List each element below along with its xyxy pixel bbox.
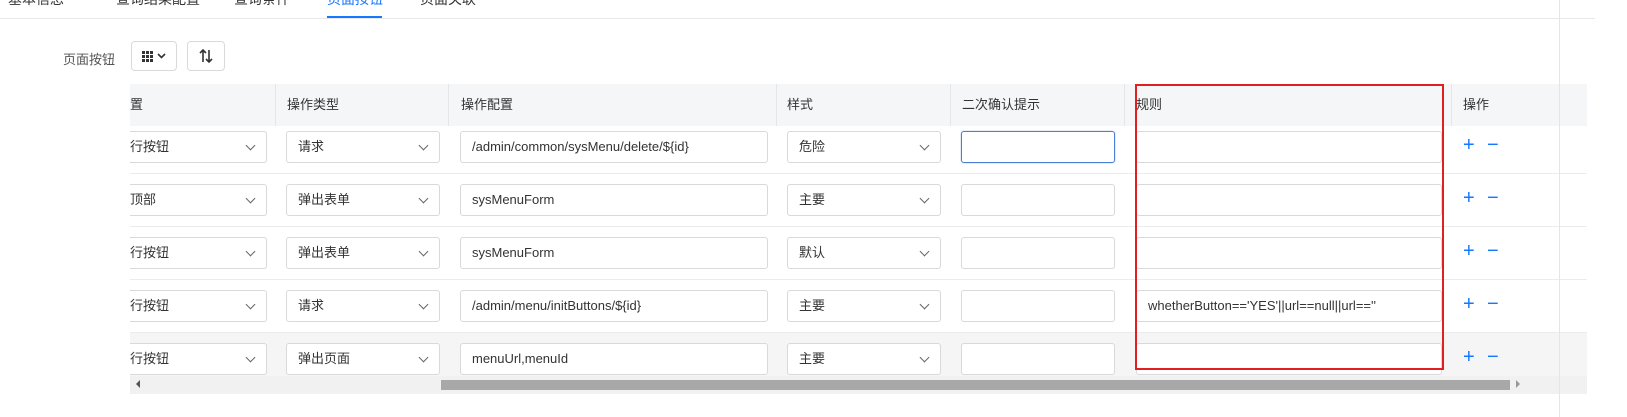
style-select[interactable]: 危险 (787, 131, 941, 163)
position-select[interactable]: 顶部 (130, 184, 267, 216)
tab-basic-info[interactable]: 基本信息 (8, 0, 64, 9)
col-header-op-type: 操作类型 (287, 97, 340, 112)
buttons-table: 置 操作类型 操作配置 样式 二次确认提示 规则 操作 行按钮 请求 /admi… (130, 84, 1587, 411)
tab-bar: 基本信息 查询结果配置 查询条件 页面按钮 页面关联 (0, 0, 1595, 19)
table-row: 行按钮 请求 /admin/menu/initButtons/${id} 主要 … (130, 280, 1587, 333)
confirm-input[interactable] (961, 237, 1115, 269)
op-type-select[interactable]: 请求 (286, 290, 440, 322)
op-type-select[interactable]: 请求 (286, 131, 440, 163)
op-type-select[interactable]: 弹出表单 (286, 184, 440, 216)
position-select[interactable]: 行按钮 (130, 290, 267, 322)
confirm-input[interactable] (961, 290, 1115, 322)
col-header-style: 样式 (787, 97, 814, 112)
sort-icon (199, 48, 213, 64)
style-select[interactable]: 默认 (787, 237, 941, 269)
add-row-button[interactable]: + (1463, 135, 1475, 155)
confirm-input[interactable] (961, 131, 1115, 163)
table-header: 置 操作类型 操作配置 样式 二次确认提示 规则 操作 (130, 84, 1587, 126)
column-settings-button[interactable] (131, 41, 177, 71)
horizontal-scrollbar[interactable] (130, 376, 1587, 394)
rule-input[interactable] (1136, 131, 1442, 163)
scroll-left-arrow-icon[interactable] (136, 380, 140, 388)
position-select[interactable]: 行按钮 (130, 237, 267, 269)
col-header-op-config: 操作配置 (461, 97, 514, 112)
tab-page-relations[interactable]: 页面关联 (420, 0, 476, 9)
add-row-button[interactable]: + (1463, 294, 1475, 314)
col-header-rule: 规则 (1136, 97, 1163, 112)
rule-input[interactable] (1136, 343, 1442, 375)
style-select[interactable]: 主要 (787, 290, 941, 322)
grid-icon (142, 51, 166, 62)
style-select[interactable]: 主要 (787, 184, 941, 216)
add-row-button[interactable]: + (1463, 241, 1475, 261)
style-select[interactable]: 主要 (787, 343, 941, 375)
col-header-position: 置 (130, 97, 144, 112)
rule-input[interactable]: whetherButton=='YES'||url==null||url=='' (1136, 290, 1442, 322)
op-config-input[interactable]: menuUrl,menuId (460, 343, 768, 375)
remove-row-button[interactable]: − (1487, 241, 1499, 261)
tab-page-buttons[interactable]: 页面按钮 (327, 0, 383, 9)
chevron-down-icon (157, 53, 166, 59)
scrollbar-thumb[interactable] (441, 380, 1510, 390)
col-header-action: 操作 (1463, 97, 1490, 112)
remove-row-button[interactable]: − (1487, 347, 1499, 367)
rule-input[interactable] (1136, 184, 1442, 216)
remove-row-button[interactable]: − (1487, 188, 1499, 208)
confirm-input[interactable] (961, 184, 1115, 216)
remove-row-button[interactable]: − (1487, 294, 1499, 314)
table-row: 行按钮 弹出表单 sysMenuForm 默认 + − (130, 227, 1587, 280)
op-config-input[interactable]: /admin/menu/initButtons/${id} (460, 290, 768, 322)
section-label: 页面按钮 (63, 52, 116, 67)
op-config-input[interactable]: sysMenuForm (460, 237, 768, 269)
page-divider (1559, 0, 1560, 417)
add-row-button[interactable]: + (1463, 188, 1475, 208)
tab-query-conditions[interactable]: 查询条件 (234, 0, 290, 9)
remove-row-button[interactable]: − (1487, 135, 1499, 155)
position-select[interactable]: 行按钮 (130, 131, 267, 163)
active-tab-indicator (327, 16, 382, 18)
op-config-input[interactable]: sysMenuForm (460, 184, 768, 216)
op-type-select[interactable]: 弹出表单 (286, 237, 440, 269)
position-select[interactable]: 行按钮 (130, 343, 267, 375)
op-config-input[interactable]: /admin/common/sysMenu/delete/${id} (460, 131, 768, 163)
rule-input[interactable] (1136, 237, 1442, 269)
sort-button[interactable] (187, 41, 225, 71)
add-row-button[interactable]: + (1463, 347, 1475, 367)
scroll-right-arrow-icon[interactable] (1516, 380, 1520, 388)
col-header-confirm: 二次确认提示 (962, 97, 1041, 112)
op-type-select[interactable]: 弹出页面 (286, 343, 440, 375)
tab-query-result-config[interactable]: 查询结果配置 (116, 0, 200, 9)
table-row: 行按钮 请求 /admin/common/sysMenu/delete/${id… (130, 121, 1587, 174)
confirm-input[interactable] (961, 343, 1115, 375)
table-row: 顶部 弹出表单 sysMenuForm 主要 + − (130, 174, 1587, 227)
